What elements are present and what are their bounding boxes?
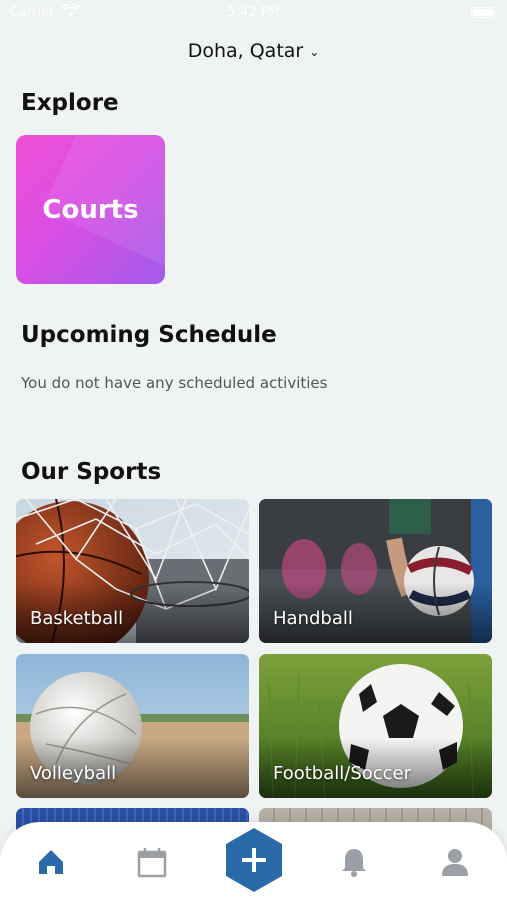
- our-sports-title: Our Sports: [21, 459, 162, 485]
- sport-card-label: Basketball: [30, 608, 124, 629]
- bell-icon: [342, 849, 366, 877]
- courts-card-label: Courts: [42, 194, 139, 225]
- sport-card-football[interactable]: Football/Soccer: [259, 654, 492, 798]
- home-icon: [39, 850, 63, 874]
- location-selector[interactable]: Doha, Qatar ⌄: [0, 40, 507, 62]
- status-bar: Carrier 5:42 PM: [0, 0, 507, 28]
- sport-card-handball[interactable]: Handball: [259, 499, 492, 643]
- sport-card-label: Volleyball: [30, 763, 117, 784]
- empty-schedule-message: You do not have any scheduled activities: [21, 374, 328, 392]
- sport-card-label: Handball: [273, 608, 353, 629]
- sport-card-basketball[interactable]: Basketball: [16, 499, 249, 643]
- status-time: 5:42 PM: [227, 5, 280, 20]
- add-icon: [226, 828, 282, 892]
- nav-notifications[interactable]: [334, 842, 374, 882]
- location-label: Doha, Qatar: [187, 40, 304, 62]
- sport-card-label: Football/Soccer: [273, 763, 412, 784]
- battery-icon: [471, 7, 495, 18]
- nav-profile[interactable]: [435, 842, 475, 882]
- sport-card-volleyball[interactable]: Volleyball: [16, 654, 249, 798]
- explore-title: Explore: [21, 90, 119, 116]
- user-icon: [442, 849, 468, 876]
- upcoming-schedule-title: Upcoming Schedule: [21, 322, 277, 348]
- nav-home[interactable]: [31, 842, 71, 882]
- calendar-icon: [137, 848, 167, 878]
- chevron-down-icon: ⌄: [309, 45, 320, 59]
- nav-calendar[interactable]: [132, 842, 172, 882]
- courts-card[interactable]: Courts: [16, 135, 165, 284]
- add-button[interactable]: [223, 826, 285, 894]
